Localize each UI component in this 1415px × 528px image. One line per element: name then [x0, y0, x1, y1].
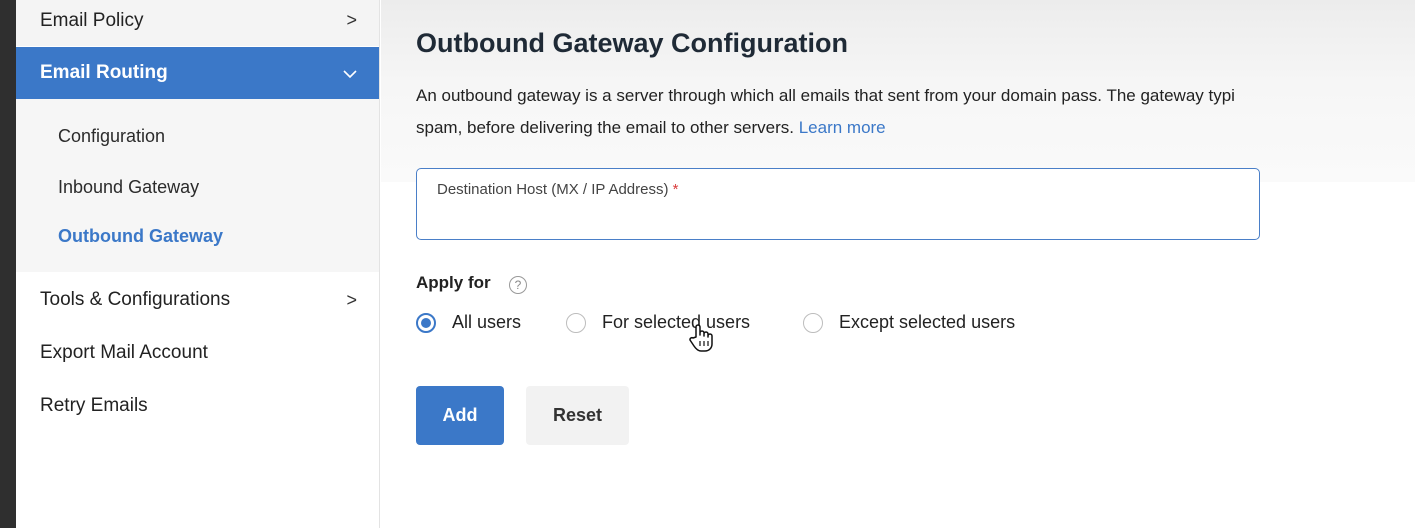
chevron-right-icon: > [346, 289, 357, 310]
page-title: Outbound Gateway Configuration [416, 28, 848, 58]
email-routing-submenu: Configuration Inbound Gateway Outbound G… [16, 99, 379, 272]
radio-all-users[interactable]: All users [416, 312, 521, 333]
description-text: spam, before delivering the email to oth… [416, 118, 794, 137]
hand-cursor-icon [688, 323, 714, 358]
sidebar-item-label: Email Policy [40, 10, 144, 31]
sidebar-subitem-outbound-gateway[interactable]: Outbound Gateway [58, 226, 223, 247]
chevron-down-icon [343, 63, 357, 84]
radio-unchecked-icon[interactable] [803, 312, 823, 333]
destination-host-label: Destination Host (MX / IP Address) * [437, 181, 679, 198]
radio-label-all-users: All users [452, 312, 522, 332]
page-description: An outbound gateway is a server through … [416, 80, 1415, 144]
radio-checked-icon[interactable] [416, 312, 436, 333]
sidebar: Email Policy > Email Routing Configurati… [16, 0, 380, 528]
sidebar-item-label: Retry Emails [40, 395, 148, 416]
required-mark: * [672, 181, 679, 198]
sidebar-item-label: Tools & Configurations [40, 289, 231, 310]
radio-unchecked-icon[interactable] [566, 312, 586, 333]
destination-host-input[interactable] [435, 207, 1239, 233]
learn-more-link[interactable]: Learn more [799, 118, 886, 137]
sidebar-item-retry-emails[interactable]: Retry Emails [16, 386, 379, 426]
sidebar-item-label: Export Mail Account [40, 342, 208, 363]
destination-host-field[interactable]: Destination Host (MX / IP Address) * [416, 168, 1260, 240]
sidebar-item-tools-configurations[interactable]: Tools & Configurations > [16, 280, 379, 320]
sidebar-item-label: Email Routing [40, 62, 168, 83]
description-line-1: An outbound gateway is a server through … [416, 86, 1235, 105]
sidebar-item-email-routing[interactable]: Email Routing [16, 47, 379, 99]
chevron-right-icon: > [346, 10, 357, 30]
left-edge-bar [0, 0, 16, 528]
help-icon[interactable]: ? [509, 276, 527, 294]
radio-except-selected-users[interactable]: Except selected users [803, 312, 1015, 333]
sidebar-subitem-configuration[interactable]: Configuration [58, 126, 165, 147]
sidebar-item-email-policy[interactable]: Email Policy > [16, 0, 379, 46]
apply-for-label: Apply for [416, 273, 491, 292]
destination-host-label-text: Destination Host (MX / IP Address) [437, 181, 669, 198]
sidebar-subitem-inbound-gateway[interactable]: Inbound Gateway [58, 177, 199, 198]
description-line-2: spam, before delivering the email to oth… [416, 112, 1415, 144]
reset-button[interactable]: Reset [526, 386, 629, 445]
add-button[interactable]: Add [416, 386, 504, 445]
radio-label-for-selected-users: For selected users [602, 312, 751, 332]
radio-for-selected-users[interactable]: For selected users [566, 312, 750, 333]
radio-label-except-selected-users: Except selected users [839, 312, 1016, 332]
sidebar-item-export-mail-account[interactable]: Export Mail Account [16, 333, 379, 373]
